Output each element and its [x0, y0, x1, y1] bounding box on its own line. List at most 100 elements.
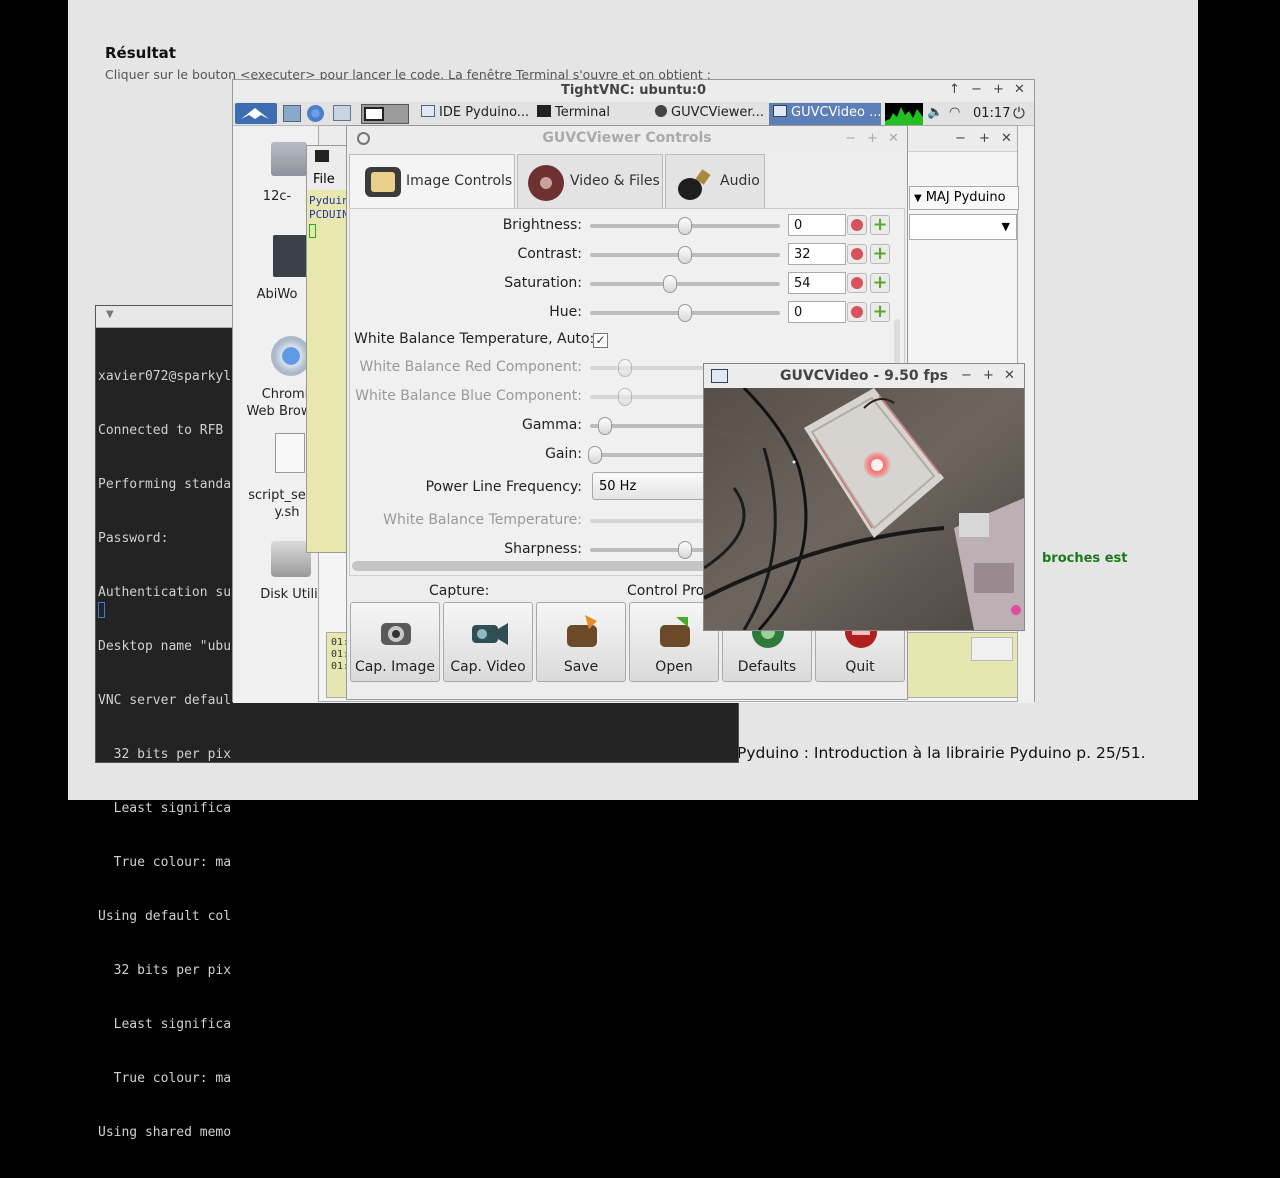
move-up-icon[interactable]: ↑ — [949, 82, 960, 97]
wb-blue-slider[interactable] — [590, 388, 710, 406]
maximize-button[interactable]: + — [983, 368, 994, 383]
tab-audio[interactable]: Audio — [665, 154, 765, 208]
cap-image-button[interactable]: Cap. Image — [350, 602, 440, 682]
brightness-decrease-button[interactable] — [847, 215, 867, 235]
editor-code[interactable]: Pyduin PCDUIN — [309, 194, 347, 222]
wifi-icon[interactable]: ◠ — [949, 105, 960, 120]
terminal-line: Least significa — [98, 801, 232, 816]
wb-red-label: White Balance Red Component: — [359, 359, 583, 375]
code-line: PCDUIN — [309, 208, 347, 221]
tab-image-controls[interactable]: Image Controls — [349, 154, 515, 208]
disk-utility-icon[interactable] — [271, 541, 311, 577]
contrast-increase-button[interactable]: + — [870, 244, 890, 264]
brightness-label: Brightness: — [502, 217, 582, 233]
tab-video-files[interactable]: Video & Files — [517, 154, 663, 208]
power-line-frequency-label: Power Line Frequency: — [425, 479, 582, 495]
contrast-value[interactable]: 32 — [788, 243, 846, 265]
wb-red-slider[interactable] — [590, 359, 710, 377]
gain-label: Gain: — [545, 446, 582, 462]
log-tool-button[interactable] — [971, 637, 1013, 661]
controls-titlebar[interactable]: GUVCViewer Controls − + ✕ — [347, 126, 907, 152]
capture-section-label: Capture: — [429, 583, 490, 599]
pdf-footer: Pyduino : Introduction à la librairie Py… — [737, 744, 1146, 762]
power-icon[interactable]: ⏻ — [1013, 104, 1025, 122]
terminal-line: 32 bits per pix — [98, 747, 232, 762]
desktop-pager[interactable] — [361, 104, 409, 124]
guvcvideo-window[interactable]: GUVCVideo - 9.50 fps − + ✕ — [703, 363, 1025, 631]
sharpness-label: Sharpness: — [504, 541, 582, 557]
code-line: Pyduin — [309, 194, 347, 207]
show-desktop-icon[interactable] — [333, 105, 351, 121]
maximize-button[interactable]: + — [867, 131, 878, 146]
start-icon — [241, 108, 269, 119]
close-button[interactable]: ✕ — [1014, 82, 1025, 97]
wb-temperature-slider[interactable] — [590, 519, 710, 523]
folder-icon[interactable] — [271, 142, 307, 176]
terminal-line: Using default col — [98, 909, 232, 924]
terminal-line: True colour: ma — [98, 1071, 232, 1086]
wb-temperature-label: White Balance Temperature: — [383, 512, 582, 528]
power-line-frequency-select[interactable]: 50 Hz — [592, 472, 712, 500]
script-file-icon[interactable] — [275, 433, 305, 473]
task-guvcvideo[interactable]: GUVCVideo ... — [769, 103, 882, 125]
ide-dropdown[interactable]: ▼ — [909, 214, 1017, 240]
window-menu-icon[interactable]: ▼ — [106, 309, 114, 320]
start-menu-button[interactable] — [235, 103, 277, 124]
maj-pyduino-button[interactable]: ▼ MAJ Pyduino — [909, 186, 1019, 210]
brightness-value[interactable]: 0 — [788, 214, 846, 236]
task-guvcviewer[interactable]: GUVCViewer... — [651, 103, 767, 125]
editor-titlebar[interactable] — [307, 146, 347, 168]
saturation-value[interactable]: 54 — [788, 272, 846, 294]
terminal-line: 32 bits per pix — [98, 963, 232, 978]
close-button[interactable]: ✕ — [1001, 131, 1012, 146]
minimize-button[interactable]: − — [955, 131, 966, 146]
close-button[interactable]: ✕ — [888, 131, 899, 146]
saturation-increase-button[interactable]: + — [870, 273, 890, 293]
terminal-line: Least significa — [98, 1017, 232, 1032]
chromium-icon[interactable] — [271, 336, 311, 376]
volume-icon[interactable]: 🔈 — [927, 105, 943, 120]
file-menu[interactable]: File — [307, 168, 347, 190]
vnc-titlebar[interactable]: TightVNC: ubuntu:0 ↑ − + ✕ — [233, 80, 1034, 102]
file-manager-icon[interactable] — [283, 105, 301, 122]
hue-decrease-button[interactable] — [847, 302, 867, 322]
brightness-increase-button[interactable]: + — [870, 215, 890, 235]
wb-blue-label: White Balance Blue Component: — [355, 388, 582, 404]
task-terminal[interactable]: Terminal — [533, 103, 647, 125]
sharpness-slider[interactable] — [590, 541, 710, 559]
gamma-slider[interactable] — [590, 417, 710, 435]
maximize-button[interactable]: + — [979, 131, 990, 146]
minimize-button[interactable]: − — [845, 131, 856, 146]
abiword-icon[interactable] — [273, 235, 307, 277]
hue-slider[interactable] — [590, 304, 780, 322]
microphone-icon — [678, 169, 711, 200]
wb-auto-checkbox[interactable]: ✓ — [593, 333, 608, 348]
contrast-slider[interactable] — [590, 246, 780, 264]
video-titlebar[interactable]: GUVCVideo - 9.50 fps − + ✕ — [704, 364, 1024, 388]
save-button[interactable]: Save — [536, 602, 626, 682]
contrast-decrease-button[interactable] — [847, 244, 867, 264]
controls-title: GUVCViewer Controls — [542, 130, 712, 146]
save-profile-icon — [567, 615, 597, 647]
cpu-monitor-icon — [885, 103, 923, 125]
saturation-slider[interactable] — [590, 275, 780, 293]
close-button[interactable]: ✕ — [1004, 368, 1015, 383]
hue-increase-button[interactable]: + — [870, 302, 890, 322]
chromium-icon[interactable] — [307, 105, 324, 122]
film-reel-icon — [528, 165, 564, 201]
video-feed — [704, 388, 1024, 630]
task-ide-pyduino[interactable]: IDE Pyduino... — [417, 103, 529, 125]
clock[interactable]: 01:17 — [973, 106, 1010, 121]
minimize-button[interactable]: − — [961, 368, 972, 383]
ide-editor-window[interactable]: File Pyduin PCDUIN — [306, 145, 348, 553]
saturation-decrease-button[interactable] — [847, 273, 867, 293]
contrast-label: Contrast: — [517, 246, 582, 262]
minimize-button[interactable]: − — [971, 82, 982, 97]
hue-label: Hue: — [549, 304, 582, 320]
cap-video-button[interactable]: Cap. Video — [443, 602, 533, 682]
hue-value[interactable]: 0 — [788, 301, 846, 323]
maximize-button[interactable]: + — [993, 82, 1004, 97]
terminal-line: True colour: ma — [98, 855, 232, 870]
brightness-slider[interactable] — [590, 217, 780, 235]
gain-slider[interactable] — [588, 446, 710, 464]
